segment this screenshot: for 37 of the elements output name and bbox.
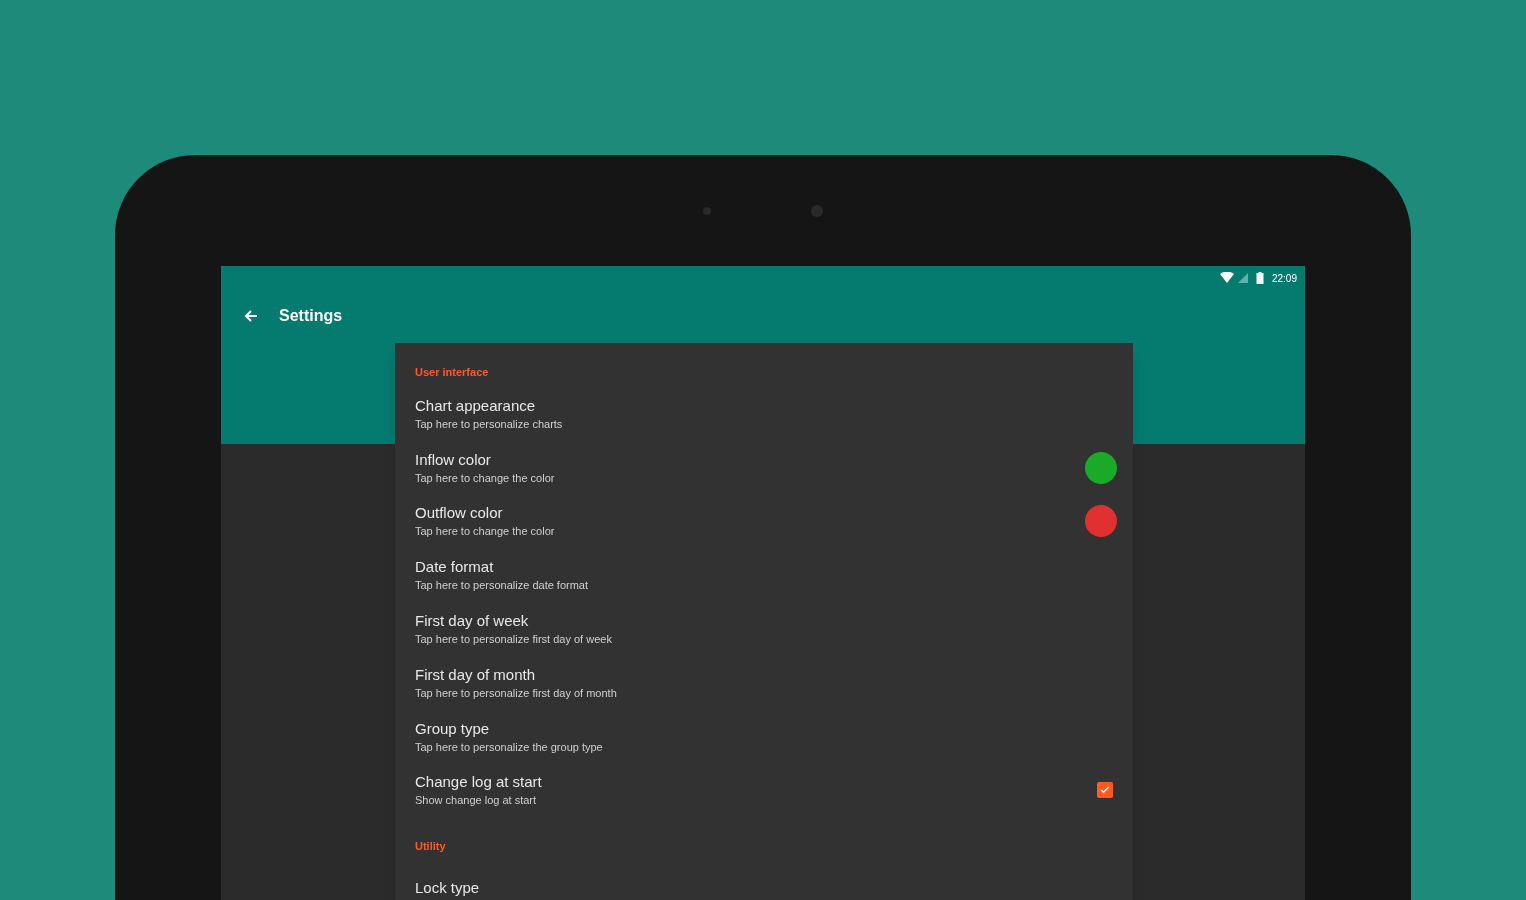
settings-item[interactable]: First day of week Tap here to personalize first day of week: [395, 602, 1133, 656]
item-title: Group type: [415, 718, 491, 739]
section-header: Utility: [415, 840, 446, 853]
app-bar-title: Settings: [279, 306, 343, 326]
signal-icon: [1237, 273, 1248, 283]
settings-item[interactable]: Group type Tap here to personalize the group type: [395, 709, 1133, 764]
settings-item[interactable]: Chart appearance Tap here to personalize charts: [395, 387, 1133, 441]
wifi-icon: [1219, 272, 1234, 284]
item-title: First day of week: [415, 611, 530, 631]
item-summary: Tap here to personalize the group type: [415, 739, 604, 755]
battery-icon: [1255, 272, 1264, 284]
settings-item[interactable]: First day of month Tap here to personalize first day of month: [395, 655, 1133, 710]
color-swatch[interactable]: [1085, 505, 1117, 538]
settings-item[interactable]: Change log at start Show change log at start: [395, 763, 1133, 818]
item-title: Change log at start: [415, 772, 543, 793]
item-summary: Tap here to personalize first day of week: [415, 632, 613, 647]
settings-item[interactable]: Outflow color Tap here to change the color: [395, 494, 1133, 549]
item-title: Lock type: [415, 878, 481, 899]
status-time: 22:09: [1271, 271, 1297, 286]
settings-item[interactable]: Date format Tap here to personalize date format: [395, 548, 1133, 603]
item-summary: Tap here to personalize charts: [415, 416, 564, 432]
item-summary: Tap here to personalize date format: [415, 578, 590, 594]
section-header: User interface: [415, 366, 489, 378]
item-summary: Show change log at start: [415, 793, 538, 809]
item-title: Date format: [415, 557, 495, 578]
settings-item[interactable]: Inflow color Tap here to change the color: [395, 440, 1133, 495]
item-title: Chart appearance: [415, 395, 537, 416]
settings-item[interactable]: Lock type: [395, 861, 1133, 900]
item-title: Outflow color: [415, 503, 504, 524]
item-summary: Tap here to personalize first day of month: [415, 685, 618, 701]
item-summary: Tap here to change the color: [415, 470, 556, 486]
item-title: First day of month: [415, 664, 537, 685]
checkbox[interactable]: [1097, 782, 1113, 799]
item-title: Inflow color: [415, 449, 492, 470]
back-icon[interactable]: [243, 308, 259, 324]
item-summary: Tap here to change the color: [415, 524, 556, 540]
color-swatch[interactable]: [1085, 451, 1117, 484]
